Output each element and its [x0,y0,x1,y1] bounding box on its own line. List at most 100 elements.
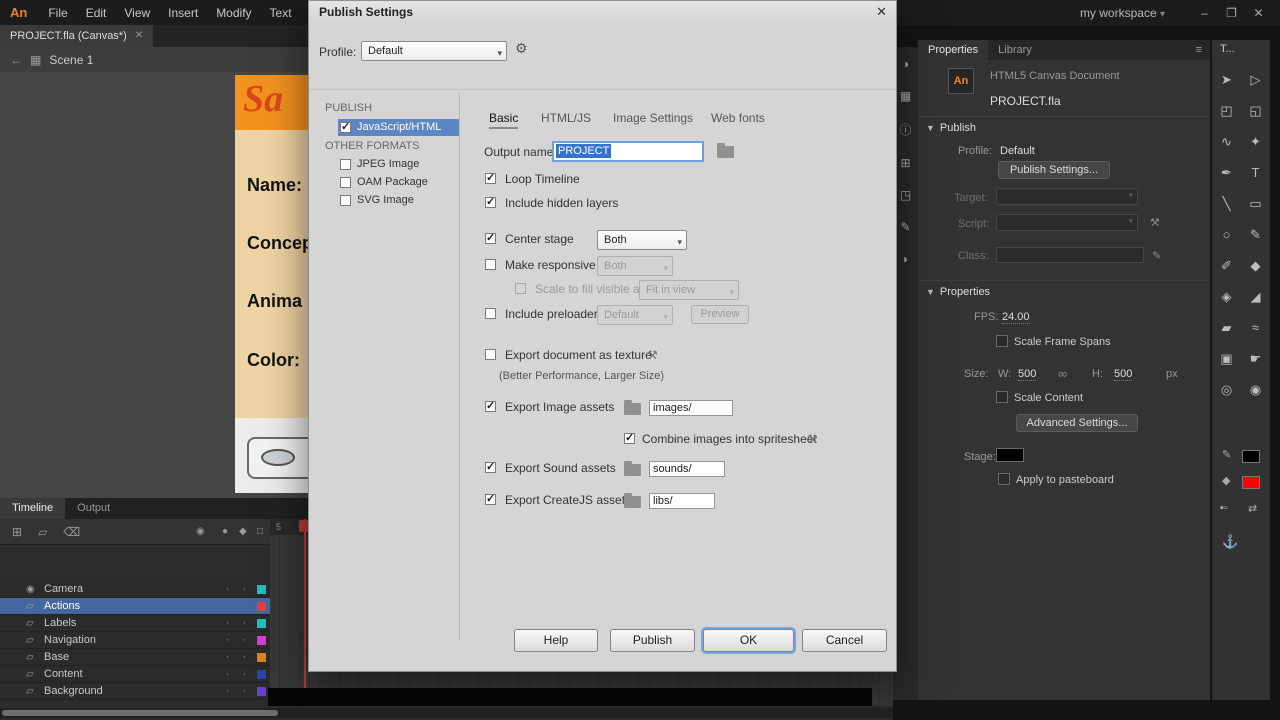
combine-spritesheet-label[interactable]: Combine images into spritesheet [642,432,817,446]
scale-content-checkbox[interactable] [996,391,1008,403]
lasso-tool[interactable]: ∿ [1212,126,1241,157]
layer-row-labels[interactable]: ▱ Labels · · [0,615,270,632]
menu-file[interactable]: File [39,6,76,20]
publish-section-header[interactable]: ▼Publish [926,122,976,134]
scale-frame-spans-checkbox[interactable] [996,335,1008,347]
loop-timeline-checkbox[interactable] [485,173,496,184]
subselection-tool[interactable]: ▷ [1241,64,1270,95]
visibility-dot[interactable]: · [219,634,236,646]
restore-button[interactable]: ❐ [1218,6,1245,20]
menu-modify[interactable]: Modify [207,6,260,20]
layer-row-base[interactable]: ▱ Base · · [0,649,270,666]
visibility-dot[interactable]: · [219,583,236,595]
properties-section-header[interactable]: ▼Properties [926,286,990,298]
minimize-button[interactable]: – [1191,6,1218,20]
layer-color-swatch[interactable] [257,619,266,628]
scene-breadcrumb[interactable]: Scene 1 [49,53,93,67]
sounds-path-field[interactable]: sounds/ [649,461,725,477]
help-button[interactable]: Help [514,629,598,652]
createjs-path-field[interactable]: libs/ [649,493,715,509]
tab-timeline[interactable]: Timeline [0,498,65,519]
createjs-folder-icon[interactable] [624,496,641,508]
tools-panel-tab[interactable]: T... [1220,43,1235,55]
timeline-scrollbar-thumb[interactable] [2,710,278,716]
profile-value[interactable]: Default [1000,145,1035,157]
advanced-settings-button[interactable]: Advanced Settings... [1016,414,1138,432]
selection-tool[interactable]: ➤ [1212,64,1241,95]
height-value[interactable]: 500 [1114,368,1132,381]
asset-warp-tool[interactable]: ◉ [1241,374,1270,405]
output-folder-icon[interactable] [717,146,734,158]
sounds-folder-icon[interactable] [624,464,641,476]
new-folder-icon[interactable]: ▱ [38,525,47,539]
document-tab[interactable]: PROJECT.fla (Canvas*) ✕ [0,25,153,47]
workspace-switcher[interactable]: my workspace ▾ [1080,6,1165,20]
include-preloader-checkbox[interactable] [485,308,496,319]
text-tool[interactable]: T [1241,157,1270,188]
ink-bottle-tool[interactable]: ◈ [1212,281,1241,312]
back-arrow-icon[interactable]: ← [0,53,30,67]
include-hidden-layers-label[interactable]: Include hidden layers [505,196,618,210]
visibility-dot[interactable]: · [219,685,236,697]
layer-row-content[interactable]: ▱ Content · · [0,666,270,683]
visibility-dot[interactable]: · [219,600,236,612]
center-stage-checkbox[interactable] [485,233,496,244]
stage-color-swatch[interactable] [996,448,1024,462]
pencil-icon[interactable]: ✎ [1152,249,1161,262]
magic-wand-tool[interactable]: ✦ [1241,126,1270,157]
svg-image-checkbox[interactable] [340,195,351,206]
center-stage-label[interactable]: Center stage [505,232,574,246]
align-panel-icon[interactable]: ⊞ [900,156,910,170]
rectangle-tool[interactable]: ▭ [1241,188,1270,219]
brush-tool[interactable]: ✐ [1212,250,1241,281]
stroke-color-swatch[interactable] [1242,450,1260,463]
profile-dropdown[interactable]: Default▾ [361,41,507,61]
info-panel-icon[interactable]: ⓘ [899,121,911,138]
tab-library[interactable]: Library [988,40,1042,60]
camera-tool[interactable]: ▣ [1212,343,1241,374]
visibility-dot[interactable]: · [219,617,236,629]
ok-button[interactable]: OK [703,629,794,652]
images-folder-icon[interactable] [624,403,641,415]
outline-column-icon[interactable]: □ [257,526,263,537]
lock-dot[interactable]: · [236,668,253,680]
tab-properties[interactable]: Properties [918,40,988,60]
layer-row-actions[interactable]: ▱ Actions · · [0,598,270,615]
free-transform-tool[interactable]: ◰ [1212,95,1241,126]
apply-pasteboard-checkbox[interactable] [998,473,1010,485]
history-panel-icon[interactable]: ◗ [902,252,909,266]
lock-column-icon[interactable]: ◆ [239,526,247,537]
export-images-label[interactable]: Export Image assets [505,400,614,414]
layer-color-swatch[interactable] [257,670,266,679]
dialog-close-icon[interactable]: ✕ [876,4,887,20]
pencil-tool[interactable]: ✎ [1241,219,1270,250]
fill-color-swatch[interactable] [1242,476,1260,489]
wrench-icon[interactable]: ⚒ [1150,216,1160,229]
export-texture-label[interactable]: Export document as texture [505,348,652,362]
timeline-scrollbar[interactable] [0,708,893,718]
lock-dot[interactable]: · [236,634,253,646]
images-path-field[interactable]: images/ [649,400,733,416]
menu-insert[interactable]: Insert [159,6,207,20]
menu-view[interactable]: View [115,6,159,20]
export-sounds-label[interactable]: Export Sound assets [505,461,616,475]
close-button[interactable]: ✕ [1245,6,1272,20]
zoom-tool[interactable]: ◎ [1212,374,1241,405]
oval-tool[interactable]: ○ [1212,219,1241,250]
pen-tool[interactable]: ✒ [1212,157,1241,188]
lock-dot[interactable]: · [236,685,253,697]
oam-package-label[interactable]: OAM Package [357,176,428,188]
menu-text[interactable]: Text [261,6,301,20]
publish-button[interactable]: Publish [610,629,695,652]
gradient-transform-tool[interactable]: ◱ [1241,95,1270,126]
layer-color-swatch[interactable] [257,687,266,696]
wrench-icon[interactable]: ⚒ [807,432,818,446]
menu-edit[interactable]: Edit [77,6,116,20]
layer-color-swatch[interactable] [257,653,266,662]
jpeg-image-checkbox[interactable] [340,159,351,170]
tab-image-settings[interactable]: Image Settings [613,111,693,125]
layer-color-swatch[interactable] [257,636,266,645]
svg-image-label[interactable]: SVG Image [357,194,414,206]
include-preloader-label[interactable]: Include preloader [505,307,598,321]
oam-package-checkbox[interactable] [340,177,351,188]
